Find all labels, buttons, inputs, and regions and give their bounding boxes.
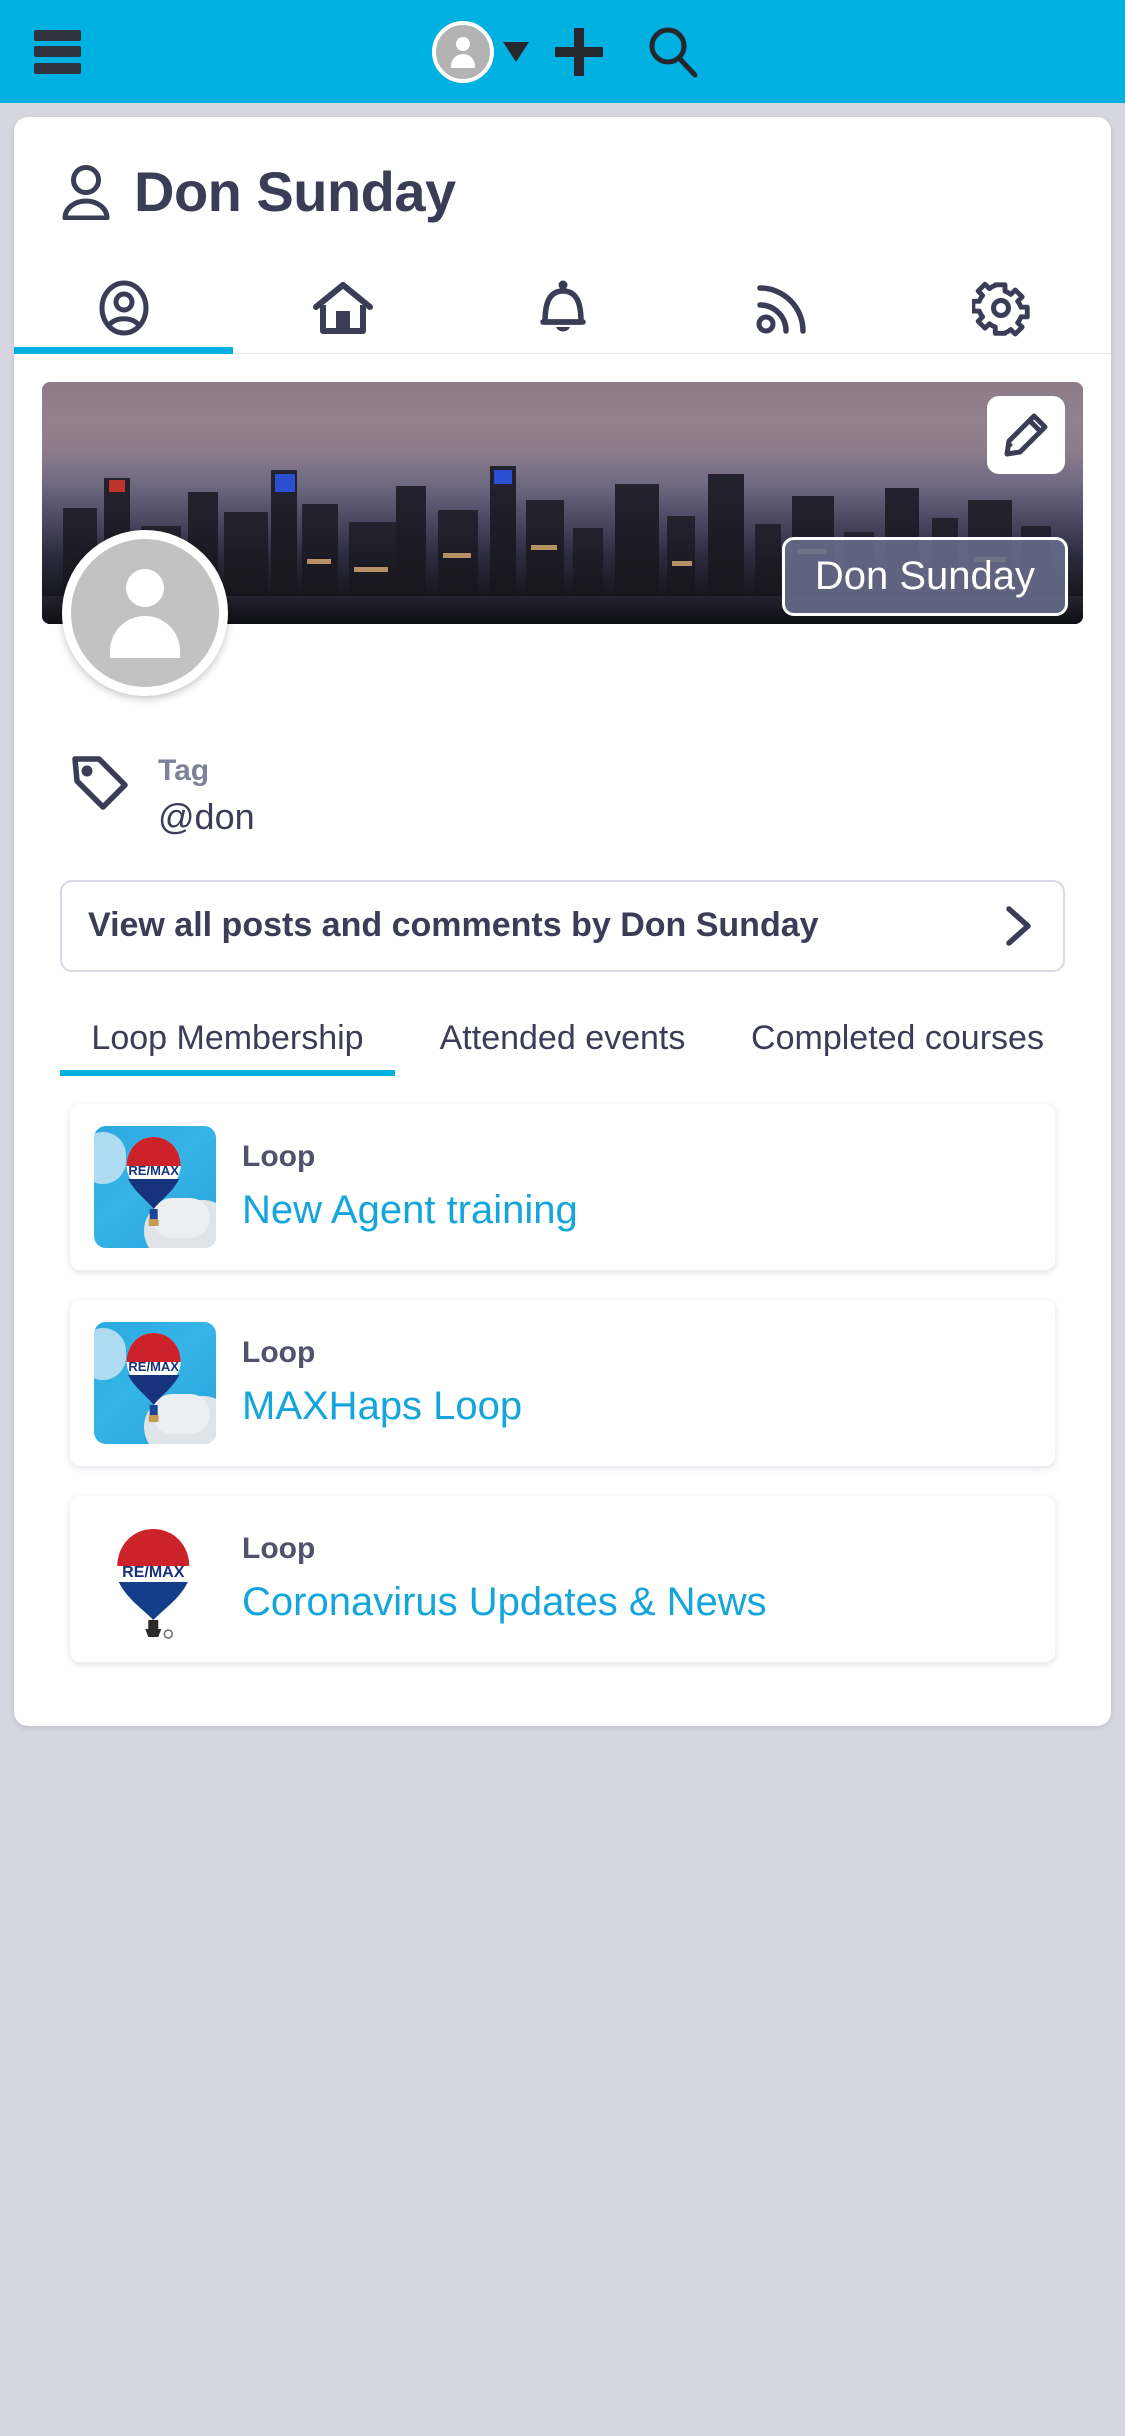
tag-value: @don (158, 795, 255, 837)
loop-kind-label: Loop (242, 1532, 316, 1566)
loop-title-link[interactable]: MAXHaps Loop (242, 1384, 522, 1429)
hamburger-bar (34, 46, 81, 57)
tab-loop-membership[interactable]: Loop Membership (60, 1018, 395, 1076)
tag-text: Tag @don (158, 752, 255, 838)
loop-meta: Loop New Agent training (242, 1140, 578, 1233)
search-icon (649, 27, 698, 77)
cover-photo-area: Don Sunday (42, 382, 1083, 696)
profile-header: Don Sunday (14, 117, 1111, 224)
content-tab-bar: Loop Membership Attended events Complete… (60, 1018, 1065, 1076)
tag-icon (72, 756, 128, 810)
balloon-graphic: RE/MAX (117, 1528, 190, 1639)
chevron-right-icon (1006, 905, 1031, 946)
tab-home[interactable] (233, 262, 452, 353)
svg-text:RE/MAX: RE/MAX (122, 1564, 185, 1581)
tag-label: Tag (158, 754, 210, 787)
cover-name-badge: Don Sunday (781, 537, 1068, 616)
account-avatar-button[interactable] (432, 20, 494, 83)
hamburger-menu-icon[interactable] (34, 29, 81, 74)
tab-profile[interactable] (14, 262, 234, 354)
list-item[interactable]: RE/MAX Loop Coronavirus Updates & News (70, 1495, 1055, 1662)
svg-text:RE/MAX: RE/MAX (128, 1359, 179, 1374)
person-icon (62, 164, 110, 220)
tab-notifications[interactable] (453, 262, 672, 353)
list-item[interactable]: RE/MAX Loop New Agent training (70, 1103, 1055, 1270)
user-circle-icon (99, 280, 149, 335)
add-button[interactable] (555, 27, 603, 76)
view-all-label: View all posts and comments by Don Sunda… (88, 906, 819, 944)
balloon-graphic: RE/MAX (126, 1136, 181, 1226)
tag-row: Tag @don (70, 752, 1111, 838)
loop-title-link[interactable]: Coronavirus Updates & News (242, 1580, 767, 1625)
user-avatar-placeholder-icon (97, 565, 193, 661)
hamburger-bar (34, 29, 81, 41)
balloon-graphic: RE/MAX (126, 1332, 181, 1422)
tab-feed[interactable] (672, 262, 891, 353)
loop-list: RE/MAX Loop New Agent training RE/MAX Lo… (70, 1103, 1055, 1662)
top-app-bar (0, 0, 1125, 103)
svg-text:RE/MAX: RE/MAX (128, 1163, 179, 1178)
remax-balloon-sky-icon: RE/MAX (94, 1321, 216, 1444)
loop-meta: Loop Coronavirus Updates & News (242, 1532, 767, 1625)
home-icon (313, 281, 374, 334)
search-button[interactable] (645, 24, 701, 80)
remax-balloon-plain-icon: RE/MAX (94, 1517, 216, 1640)
icon-tab-bar (14, 262, 1111, 354)
pencil-icon (1004, 413, 1048, 457)
rss-icon (756, 284, 806, 334)
page-title: Don Sunday (134, 160, 456, 223)
tab-attended-events[interactable]: Attended events (395, 1018, 730, 1076)
profile-page-card: Don Sunday Don Sunday Tag @don View all … (14, 117, 1111, 1726)
view-all-posts-button[interactable]: View all posts and comments by Don Sunda… (60, 879, 1065, 972)
edit-cover-button[interactable] (987, 396, 1065, 474)
remax-balloon-sky-icon: RE/MAX (94, 1125, 216, 1248)
user-avatar-icon (446, 35, 480, 69)
hamburger-bar (34, 62, 81, 74)
loop-kind-label: Loop (242, 1336, 316, 1370)
gear-icon (972, 281, 1031, 336)
tab-settings[interactable] (892, 262, 1111, 353)
loop-title-link[interactable]: New Agent training (242, 1188, 578, 1233)
loop-kind-label: Loop (242, 1140, 316, 1174)
bell-icon (539, 280, 586, 331)
list-item[interactable]: RE/MAX Loop MAXHaps Loop (70, 1299, 1055, 1466)
caret-down-icon[interactable] (503, 41, 529, 62)
tab-completed-courses[interactable]: Completed courses (730, 1018, 1065, 1076)
profile-avatar[interactable] (62, 530, 228, 696)
loop-meta: Loop MAXHaps Loop (242, 1336, 522, 1429)
